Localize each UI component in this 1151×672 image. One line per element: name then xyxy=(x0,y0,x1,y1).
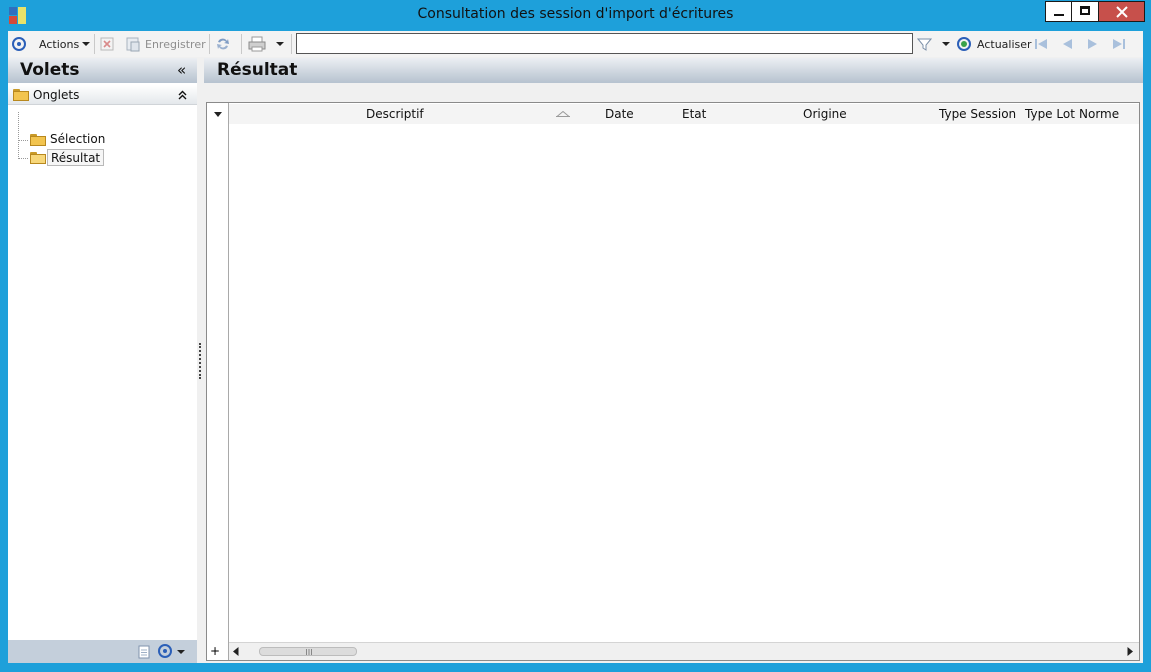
scroll-right-icon[interactable] xyxy=(1127,647,1133,656)
left-pane: Volets « Onglets Sélection Résultat xyxy=(8,58,197,663)
document-icon[interactable] xyxy=(138,645,150,659)
next-record-icon xyxy=(1088,39,1097,49)
chevron-up-double-icon[interactable] xyxy=(178,90,187,100)
filter-button[interactable] xyxy=(917,35,932,53)
first-record-button[interactable] xyxy=(1034,35,1048,53)
left-pane-header: Volets « xyxy=(8,58,197,83)
column-header-descriptif[interactable]: Descriptif xyxy=(366,107,424,121)
row-indicator-column xyxy=(207,103,229,660)
tree-connector xyxy=(18,140,28,141)
save-label: Enregistrer xyxy=(145,37,206,51)
folder-icon xyxy=(13,89,29,101)
horizontal-scrollbar[interactable]: + xyxy=(210,642,1139,660)
results-grid[interactable]: Descriptif Date Etat Origine Type Sessio… xyxy=(206,102,1140,661)
column-header-etat[interactable]: Etat xyxy=(682,107,706,121)
first-record-icon xyxy=(1035,39,1047,49)
tree-item-result[interactable]: Résultat xyxy=(47,149,105,166)
refresh-button[interactable]: Actualiser xyxy=(956,35,1032,53)
last-record-icon xyxy=(1113,39,1125,49)
minimize-button[interactable] xyxy=(1045,1,1072,22)
close-icon xyxy=(1116,6,1128,18)
right-pane-header: Résultat xyxy=(204,58,1143,83)
title-bar[interactable]: Consultation des session d'import d'écri… xyxy=(0,0,1151,30)
chevron-down-icon xyxy=(276,42,284,46)
grid-header: Descriptif Date Etat Origine Type Sessio… xyxy=(229,104,1139,124)
last-record-button[interactable] xyxy=(1112,35,1126,53)
close-button[interactable] xyxy=(1099,1,1145,22)
search-input[interactable] xyxy=(296,33,913,54)
chevron-down-icon xyxy=(82,42,91,46)
sort-indicator-icon xyxy=(556,111,570,117)
actions-target-button[interactable] xyxy=(12,35,26,53)
folder-icon xyxy=(30,134,46,146)
sync-icon xyxy=(217,38,229,50)
tree-item-selection[interactable]: Sélection xyxy=(47,131,108,148)
print-options-dropdown[interactable] xyxy=(273,35,284,53)
target-icon xyxy=(12,37,26,51)
column-header-origine[interactable]: Origine xyxy=(803,107,847,121)
maximize-button[interactable] xyxy=(1072,1,1099,22)
collapse-pane-icon[interactable]: « xyxy=(177,61,186,79)
previous-record-icon xyxy=(1063,39,1072,49)
sync-button[interactable] xyxy=(215,35,231,53)
window-title: Consultation des session d'import d'écri… xyxy=(417,6,734,22)
save-icon xyxy=(126,37,140,52)
filter-icon xyxy=(917,38,932,51)
printer-icon xyxy=(248,36,266,52)
previous-record-button[interactable] xyxy=(1060,35,1074,53)
actions-menu-button[interactable]: Actions xyxy=(39,35,91,53)
column-chooser-dropdown-icon[interactable] xyxy=(214,112,222,117)
column-header-date[interactable]: Date xyxy=(605,107,634,121)
column-header-norme[interactable]: Norme xyxy=(1079,107,1119,121)
column-header-type-session[interactable]: Type Session xyxy=(939,107,1016,121)
chevron-down-icon[interactable] xyxy=(177,650,185,654)
grip-icon xyxy=(306,649,312,655)
next-record-button[interactable] xyxy=(1086,35,1100,53)
right-pane-title: Résultat xyxy=(217,60,298,80)
left-pane-footer xyxy=(8,640,197,663)
left-pane-title: Volets xyxy=(20,60,80,80)
client-area: Actions Enregistrer Actualiser Volets « … xyxy=(8,31,1143,663)
scrollbar-thumb[interactable] xyxy=(259,647,357,656)
minimize-icon xyxy=(1054,14,1064,16)
toolbar-separator xyxy=(209,34,210,54)
toolbar: Actions Enregistrer Actualiser xyxy=(8,31,1143,57)
refresh-icon xyxy=(957,37,971,51)
actions-label: Actions xyxy=(39,37,80,51)
filter-options-dropdown[interactable] xyxy=(939,35,950,53)
toolbar-separator xyxy=(241,34,242,54)
target-icon[interactable] xyxy=(158,644,172,658)
toolbar-separator xyxy=(291,34,292,54)
delete-button[interactable] xyxy=(100,35,114,53)
toolbar-separator xyxy=(94,34,95,54)
tabs-group-header[interactable]: Onglets xyxy=(8,85,197,105)
application-window: Consultation des session d'import d'écri… xyxy=(0,0,1151,672)
column-header-type-lot[interactable]: Type Lot xyxy=(1025,107,1075,121)
expand-plus-icon[interactable]: + xyxy=(210,644,220,658)
save-button[interactable]: Enregistrer xyxy=(125,35,206,53)
maximize-icon xyxy=(1080,6,1090,15)
tabs-group-label: Onglets xyxy=(33,88,80,102)
chevron-down-icon xyxy=(942,42,950,46)
delete-icon xyxy=(100,37,114,51)
refresh-label: Actualiser xyxy=(977,37,1032,51)
tree-connector xyxy=(18,158,28,159)
folder-open-icon xyxy=(30,152,46,164)
pane-splitter-handle[interactable] xyxy=(199,343,201,379)
tree-connector xyxy=(18,112,19,159)
scroll-left-icon[interactable] xyxy=(233,647,239,656)
print-button[interactable] xyxy=(248,35,266,53)
